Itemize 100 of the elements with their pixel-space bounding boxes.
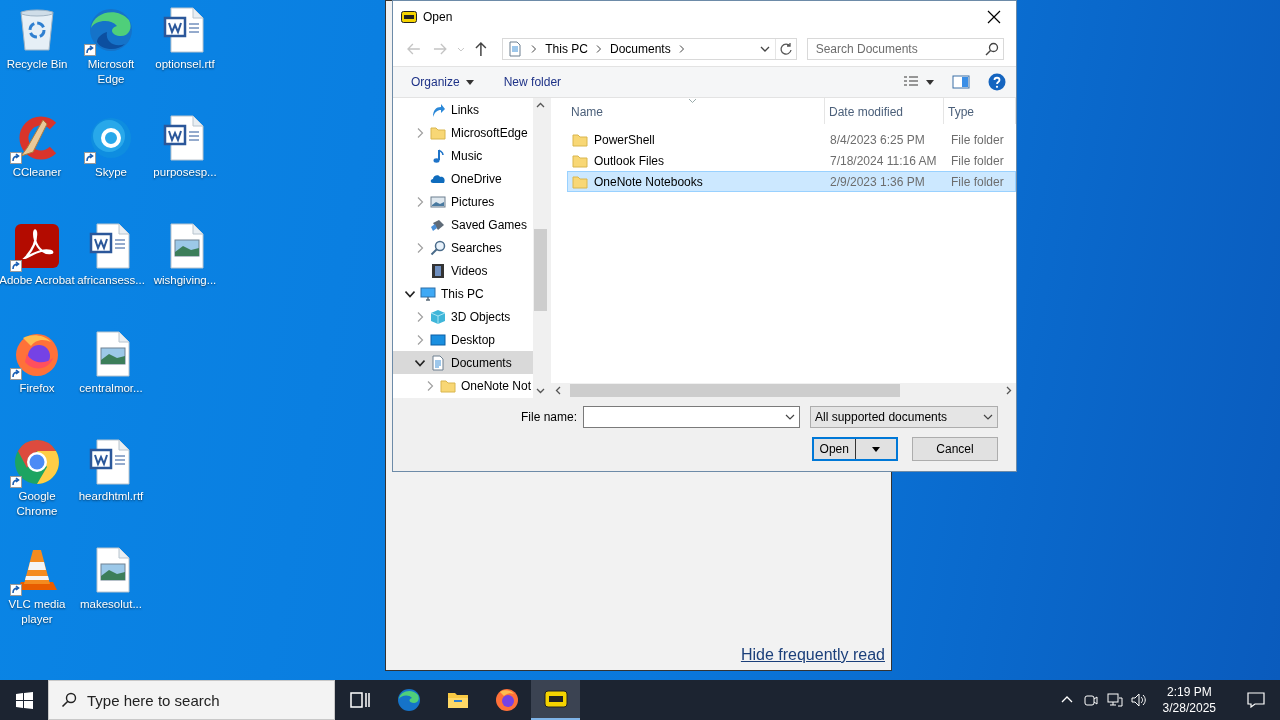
close-icon <box>987 9 1001 24</box>
document-icon <box>430 354 446 371</box>
column-header[interactable]: Name <box>567 98 825 124</box>
file-type: File folder <box>950 132 1004 147</box>
tree-item[interactable]: OneDrive <box>393 167 533 190</box>
desktop-icon-label[interactable]: wishgiving... <box>147 273 223 288</box>
search-icon <box>985 42 999 56</box>
chevron-down-icon[interactable] <box>405 288 415 299</box>
pdf-reader-icon[interactable] <box>543 687 568 711</box>
tree-item[interactable]: Saved Games <box>393 213 533 236</box>
file-name: Outlook Files <box>594 153 665 168</box>
sort-caret-icon <box>688 98 697 104</box>
windows-start-icon[interactable] <box>15 691 33 709</box>
refresh-icon[interactable] <box>778 42 793 56</box>
tree-item[interactable]: Music <box>393 144 533 167</box>
file-name-field[interactable] <box>583 406 800 428</box>
file-type-dropdown[interactable]: All supported documents <box>810 406 998 428</box>
chevron-right-icon <box>594 45 603 53</box>
tree-item[interactable]: Videos <box>393 259 533 282</box>
cancel-button[interactable]: Cancel <box>912 437 998 461</box>
breadcrumb-item[interactable]: This PC <box>541 42 592 56</box>
desktop-icon-label[interactable]: makesolut... <box>73 597 149 612</box>
tree-item[interactable]: Links <box>393 98 533 121</box>
tree-item[interactable]: 3D Objects <box>393 305 533 328</box>
desktop-icon-label[interactable]: heardhtml.rtf <box>73 489 149 504</box>
chevron-right-icon <box>530 45 539 53</box>
column-header[interactable]: Date modified <box>825 98 944 124</box>
tree-item[interactable]: Documents <box>393 351 533 374</box>
edge-icon <box>87 6 135 54</box>
desktop-icon-label[interactable]: Firefox <box>0 381 75 396</box>
tree-item[interactable]: MicrosoftEdge <box>393 121 533 144</box>
folder-icon <box>572 131 588 148</box>
desktop-icon-label[interactable]: centralmor... <box>73 381 149 396</box>
caret-icon[interactable] <box>926 79 934 85</box>
scrollbar[interactable] <box>533 98 548 398</box>
speaker-icon[interactable] <box>1130 692 1147 708</box>
open-button[interactable]: Open <box>812 437 898 461</box>
desktop-icon-label[interactable]: CCleaner <box>0 165 75 180</box>
edge-icon[interactable] <box>396 688 421 712</box>
shortcut-arrow-icon <box>10 368 22 380</box>
chevron-down-icon[interactable] <box>415 357 425 368</box>
date-modified: 2/9/2023 1:36 PM <box>829 174 926 189</box>
search-field[interactable]: Search Documents <box>806 38 1004 60</box>
taskbar-search-field[interactable]: Type here to search <box>48 680 335 720</box>
desktop-icon-label[interactable]: Microsoft Edge <box>73 57 149 87</box>
tree-item[interactable]: This PC <box>393 282 533 305</box>
file-row[interactable]: OneNote Notebooks 2/9/2023 1:36 PM File folder <box>567 171 1016 192</box>
desktop-icon-label[interactable]: Google Chrome <box>0 489 75 519</box>
desktop-icon <box>430 331 446 348</box>
acrobat-icon <box>13 222 61 270</box>
shortcut-arrow-icon <box>10 584 22 596</box>
column-header[interactable]: Type <box>944 98 1016 124</box>
organize-menu[interactable]: Organize <box>405 72 480 92</box>
desktop-icon-label[interactable]: Adobe Acrobat <box>0 273 75 288</box>
file-type: File folder <box>950 153 1004 168</box>
desktop-icon-label[interactable]: VLC media player <box>0 597 75 627</box>
clock[interactable]: 2:19 PM 3/28/2025 <box>1154 684 1224 716</box>
address-bar[interactable]: This PC Documents <box>502 38 797 60</box>
network-icon[interactable] <box>1106 692 1123 708</box>
file-row[interactable]: PowerShell 8/4/2023 6:25 PM File folder <box>567 129 1016 150</box>
search-icon <box>430 239 446 256</box>
tree-item[interactable]: Pictures <box>393 190 533 213</box>
scroll-thumb[interactable] <box>534 229 547 311</box>
file-name-label: File name: <box>520 410 577 424</box>
chrome-icon <box>13 438 61 486</box>
dialog-title: Open <box>423 9 454 24</box>
scrollbar[interactable] <box>551 383 1016 398</box>
notification-icon[interactable] <box>1247 692 1265 708</box>
taskbar-button[interactable] <box>531 680 580 720</box>
file-row[interactable]: Outlook Files 7/18/2024 11:16 AM File folder <box>567 150 1016 171</box>
tree-item[interactable]: Desktop <box>393 328 533 351</box>
desktop-icon-label[interactable]: Skype <box>73 165 149 180</box>
folder-icon <box>572 173 588 190</box>
pictures-icon <box>430 193 446 210</box>
firefox-icon[interactable] <box>494 688 519 712</box>
shortcut-arrow-icon <box>84 152 96 164</box>
folder-icon <box>572 152 588 169</box>
desktop-icon-label[interactable]: optionsel.rtf <box>147 57 223 72</box>
breadcrumb-item[interactable]: Documents <box>605 42 675 56</box>
desktop-icon-label[interactable]: purposesp... <box>147 165 223 180</box>
desktop-icon-label[interactable]: Recycle Bin <box>0 57 75 72</box>
hide-frequently-read-link[interactable]: Hide frequently read <box>740 646 885 664</box>
folder-icon <box>440 377 456 394</box>
file-type: File folder <box>950 174 1004 189</box>
chevron-right-icon <box>677 45 686 53</box>
caret-icon <box>465 79 474 85</box>
help-icon[interactable] <box>988 73 1006 91</box>
meet-now-icon[interactable] <box>1082 692 1099 708</box>
preview-pane-icon[interactable] <box>952 74 970 90</box>
new-folder-button[interactable]: New folder <box>497 72 568 92</box>
date-modified: 8/4/2023 6:25 PM <box>829 132 926 147</box>
shortcut-arrow-icon <box>10 152 22 164</box>
tree-item[interactable]: OneNote Not <box>393 374 533 397</box>
shortcut-arrow-icon <box>84 44 96 56</box>
shortcut-arrow-icon <box>10 260 22 272</box>
date-modified: 7/18/2024 11:16 AM <box>829 153 938 168</box>
cube-icon <box>430 308 446 325</box>
caret-icon <box>871 446 880 452</box>
scroll-thumb[interactable] <box>570 384 900 397</box>
tree-item[interactable]: Searches <box>393 236 533 259</box>
